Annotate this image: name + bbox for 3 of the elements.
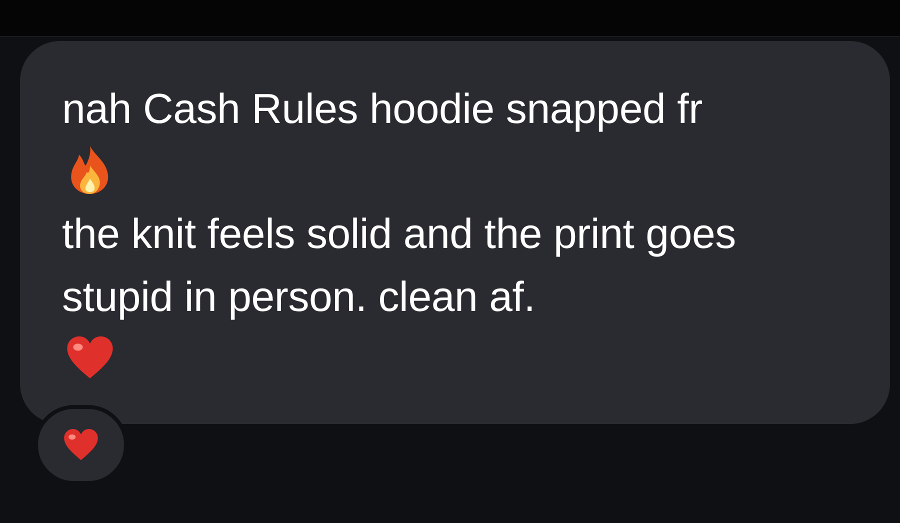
message-text: nah Cash Rules hoodie snapped fr <box>62 84 702 134</box>
message-text: the knit feels solid and the print goes stupid in person. clean af. <box>62 209 737 322</box>
heart-icon <box>63 429 99 461</box>
